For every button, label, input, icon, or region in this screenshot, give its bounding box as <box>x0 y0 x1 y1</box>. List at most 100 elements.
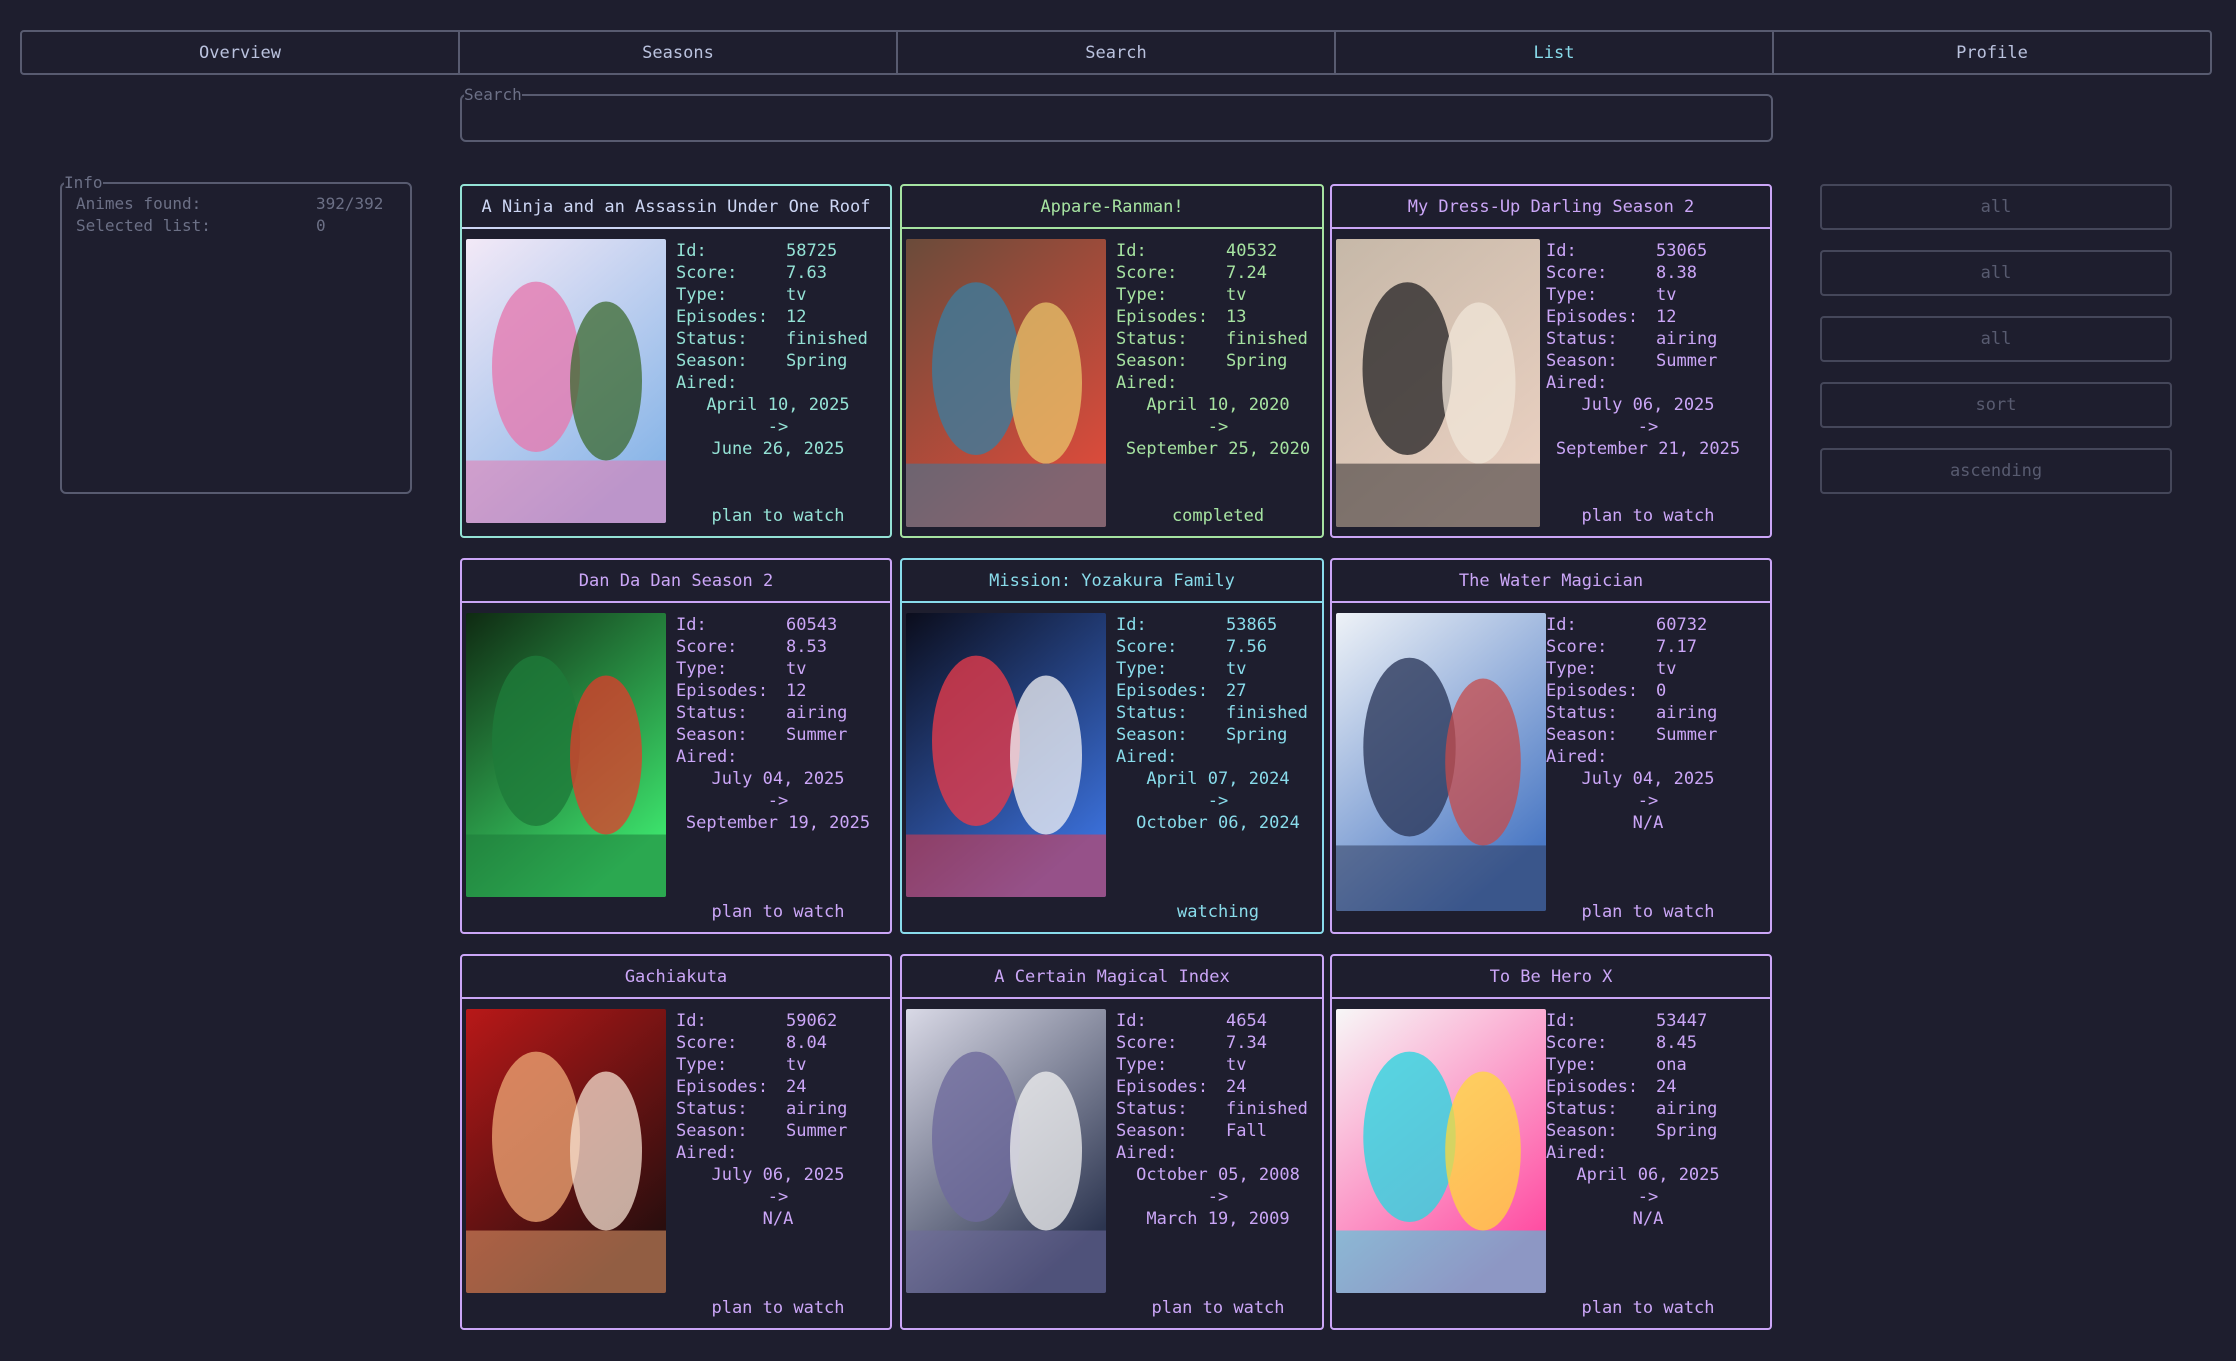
aired-arrow: -> <box>1637 417 1659 437</box>
status-label: Status: <box>1116 329 1188 349</box>
anime-card[interactable]: My Dress-Up Darling Season 2 Id: 53065 Scor… <box>1330 184 1772 538</box>
anime-card[interactable]: A Certain Magical Index Id: 4654 Score: 7.34… <box>900 954 1324 1330</box>
anime-title: A Ninja and an Assassin Under One Roof <box>462 186 890 229</box>
season-label: Season: <box>1116 351 1188 371</box>
aired-from: July 04, 2025 <box>711 769 845 789</box>
anime-poster-image <box>1336 1009 1546 1293</box>
season-label: Season: <box>1546 725 1618 745</box>
anime-card[interactable]: Appare-Ranman! Id: 40532 Score: 7.24 Type: tv E… <box>900 184 1324 538</box>
aired-to: September 19, 2025 <box>685 813 871 833</box>
score-label: Score: <box>1116 263 1178 283</box>
type-label: Type: <box>1116 1055 1168 1075</box>
status-label: Status: <box>1546 703 1618 723</box>
type-label: Type: <box>1116 285 1168 305</box>
id-value: 53865 <box>1226 615 1278 635</box>
status-value: airing <box>1656 703 1718 723</box>
aired-arrow: -> <box>1207 791 1229 811</box>
tab-list[interactable]: List <box>1336 32 1774 73</box>
anime-card[interactable]: The Water Magician Id: 60732 Score: 7.17 Type… <box>1330 558 1772 934</box>
episodes-value: 0 <box>1656 681 1667 701</box>
aired-arrow: -> <box>1207 1187 1229 1207</box>
aired-label: Aired: <box>1546 1143 1608 1163</box>
episodes-value: 12 <box>786 307 807 327</box>
sort-button[interactable]: sort <box>1820 382 2172 428</box>
id-label: Id: <box>676 615 707 635</box>
anime-card[interactable]: To Be Hero X Id: 53447 Score: 8.45 Type: ona Ep… <box>1330 954 1772 1330</box>
id-value: 40532 <box>1226 241 1278 261</box>
season-label: Season: <box>1546 1121 1618 1141</box>
aired-label: Aired: <box>676 747 738 767</box>
sort-order-button[interactable]: ascending <box>1820 448 2172 494</box>
id-value: 58725 <box>786 241 838 261</box>
episodes-label: Episodes: <box>1116 681 1209 701</box>
anime-title: Dan Da Dan Season 2 <box>462 560 890 603</box>
status-value: finished <box>786 329 868 349</box>
id-value: 53065 <box>1656 241 1708 261</box>
anime-card[interactable]: Gachiakuta Id: 59062 Score: 8.04 Type: tv Episo… <box>460 954 892 1330</box>
episodes-label: Episodes: <box>1546 307 1639 327</box>
type-label: Type: <box>1546 659 1598 679</box>
anime-title: My Dress-Up Darling Season 2 <box>1332 186 1770 229</box>
anime-title: The Water Magician <box>1332 560 1770 603</box>
season-label: Season: <box>1546 351 1618 371</box>
episodes-label: Episodes: <box>676 681 769 701</box>
anime-card[interactable]: A Ninja and an Assassin Under One Roof Id… <box>460 184 892 538</box>
list-status-label[interactable]: plan to watch <box>662 902 894 922</box>
filter-status-button[interactable]: all <box>1820 184 2172 230</box>
aired-arrow: -> <box>767 1187 789 1207</box>
season-label: Season: <box>676 1121 748 1141</box>
tab-overview[interactable]: Overview <box>22 32 460 73</box>
aired-label: Aired: <box>1546 373 1608 393</box>
status-label: Status: <box>676 703 748 723</box>
episodes-label: Episodes: <box>1116 1077 1209 1097</box>
anime-poster-image <box>1336 239 1540 527</box>
list-status-label[interactable]: plan to watch <box>662 1298 894 1318</box>
anime-poster-image <box>906 1009 1106 1293</box>
type-value: tv <box>1226 285 1247 305</box>
score-label: Score: <box>676 1033 738 1053</box>
score-label: Score: <box>1546 637 1608 657</box>
season-value: Summer <box>1656 351 1718 371</box>
id-value: 4654 <box>1226 1011 1267 1031</box>
id-value: 60732 <box>1656 615 1708 635</box>
score-label: Score: <box>1116 637 1178 657</box>
filter-season-button[interactable]: all <box>1820 250 2172 296</box>
aired-arrow: -> <box>767 417 789 437</box>
tab-profile[interactable]: Profile <box>1774 32 2210 73</box>
tab-seasons[interactable]: Seasons <box>460 32 898 73</box>
anime-card[interactable]: Dan Da Dan Season 2 Id: 60543 Score: 8.53 Typ… <box>460 558 892 934</box>
aired-label: Aired: <box>1116 373 1178 393</box>
episodes-label: Episodes: <box>1546 1077 1639 1097</box>
anime-title: To Be Hero X <box>1332 956 1770 999</box>
search-input[interactable]: Search <box>460 87 1773 142</box>
aired-from: April 06, 2025 <box>1576 1165 1720 1185</box>
type-label: Type: <box>676 285 728 305</box>
filter-type-button[interactable]: all <box>1820 316 2172 362</box>
type-label: Type: <box>1546 285 1598 305</box>
status-value: finished <box>1226 1099 1308 1119</box>
aired-from: April 10, 2025 <box>706 395 850 415</box>
aired-to: September 25, 2020 <box>1125 439 1311 459</box>
list-status-label[interactable]: watching <box>1102 902 1334 922</box>
id-label: Id: <box>1116 615 1147 635</box>
season-value: Summer <box>1656 725 1718 745</box>
list-status-label[interactable]: completed <box>1102 506 1334 526</box>
score-value: 8.53 <box>786 637 827 657</box>
score-value: 8.04 <box>786 1033 827 1053</box>
tab-search[interactable]: Search <box>898 32 1336 73</box>
aired-label: Aired: <box>676 373 738 393</box>
aired-label: Aired: <box>1546 747 1608 767</box>
list-status-label[interactable]: plan to watch <box>662 506 894 526</box>
list-status-label[interactable]: plan to watch <box>1532 1298 1764 1318</box>
id-label: Id: <box>1546 615 1577 635</box>
season-value: Spring <box>1226 725 1288 745</box>
list-status-label[interactable]: plan to watch <box>1532 902 1764 922</box>
type-value: tv <box>786 285 807 305</box>
list-status-label[interactable]: plan to watch <box>1102 1298 1334 1318</box>
status-label: Status: <box>676 329 748 349</box>
anime-card[interactable]: Mission: Yozakura Family Id: 53865 Score: 7.… <box>900 558 1324 934</box>
aired-to: N/A <box>1632 813 1664 833</box>
list-status-label[interactable]: plan to watch <box>1532 506 1764 526</box>
type-value: tv <box>1656 285 1677 305</box>
status-label: Status: <box>1546 1099 1618 1119</box>
